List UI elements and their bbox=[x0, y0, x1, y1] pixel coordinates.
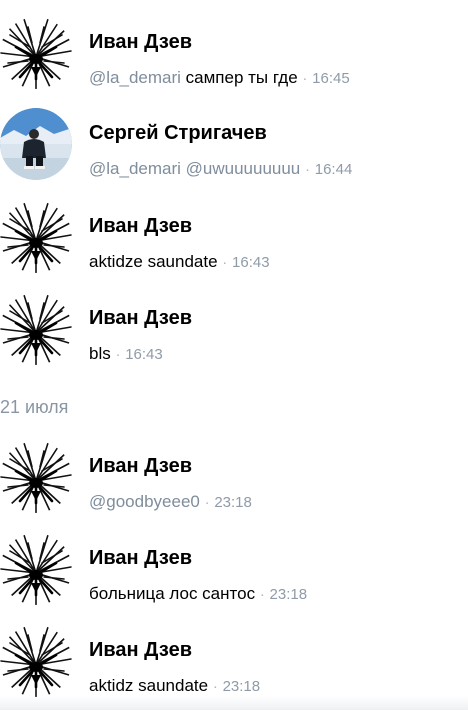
avatar[interactable] bbox=[0, 108, 72, 180]
author-name[interactable]: Иван Дзев bbox=[89, 215, 192, 238]
timestamp: 16:43 bbox=[232, 254, 270, 271]
date-header: 21 июля bbox=[0, 397, 69, 417]
separator: · bbox=[302, 70, 308, 87]
message-text: aktidz saundate bbox=[89, 676, 209, 695]
message-line: bls · 16:43 bbox=[89, 344, 163, 364]
message-line: больница лос сантос · 23:18 bbox=[89, 584, 307, 604]
bottom-fade bbox=[0, 696, 468, 710]
avatar[interactable] bbox=[0, 625, 72, 697]
avatar[interactable] bbox=[0, 201, 72, 273]
list-item[interactable]: Иван Дзев @la_demari сампер ты где · 16:… bbox=[0, 17, 468, 109]
author-name[interactable]: Иван Дзев bbox=[89, 307, 192, 330]
timestamp: 16:43 bbox=[125, 346, 163, 363]
message-line: @goodbyeee0 · 23:18 bbox=[89, 492, 252, 512]
timestamp: 23:18 bbox=[214, 494, 252, 511]
avatar[interactable] bbox=[0, 293, 72, 365]
list-item[interactable]: Иван Дзев @goodbyeee0 · 23:18 bbox=[0, 441, 468, 533]
author-name[interactable]: Иван Дзев bbox=[89, 547, 192, 570]
fur-pattern-avatar-icon bbox=[0, 625, 72, 697]
timestamp: 16:45 bbox=[312, 70, 350, 87]
fur-pattern-avatar-icon bbox=[0, 17, 72, 89]
mention-link[interactable]: @uwuuuuuuuu bbox=[186, 159, 301, 178]
author-name[interactable]: Иван Дзев bbox=[89, 639, 192, 662]
fur-pattern-avatar-icon bbox=[0, 293, 72, 365]
list-item[interactable]: Иван Дзев bls · 16:43 bbox=[0, 293, 468, 385]
message-line: aktidz saundate · 23:18 bbox=[89, 676, 260, 696]
timestamp: 16:44 bbox=[314, 161, 353, 178]
author-name[interactable]: Иван Дзев bbox=[89, 455, 192, 478]
timestamp: 23:18 bbox=[269, 586, 308, 603]
author-name[interactable]: Иван Дзев bbox=[89, 31, 192, 54]
fur-pattern-avatar-icon bbox=[0, 441, 72, 513]
separator: · bbox=[204, 494, 210, 511]
mention-link[interactable]: @la_demari bbox=[89, 159, 181, 178]
notifications-feed: Иван Дзев @la_demari сампер ты где · 16:… bbox=[0, 0, 468, 710]
author-name[interactable]: Сергей Стригачев bbox=[89, 122, 267, 145]
photo-avatar-icon bbox=[0, 108, 72, 180]
separator: · bbox=[259, 586, 265, 603]
message-line: aktidze saundate · 16:43 bbox=[89, 252, 270, 272]
message-text: aktidze saundate bbox=[89, 252, 218, 271]
timestamp: 23:18 bbox=[222, 678, 261, 695]
list-item[interactable]: Иван Дзев aktidze saundate · 16:43 bbox=[0, 201, 468, 293]
message-text: больница лос сантос bbox=[89, 584, 256, 603]
separator: · bbox=[212, 678, 218, 695]
mention-link[interactable]: @la_demari bbox=[89, 68, 181, 87]
message-text: сампер ты где bbox=[185, 68, 298, 87]
message-line: @la_demari сампер ты где · 16:45 bbox=[89, 68, 350, 88]
list-item[interactable]: Иван Дзев больница лос сантос · 23:18 bbox=[0, 533, 468, 625]
separator: · bbox=[115, 346, 121, 363]
message-line: @la_demari @uwuuuuuuuu · 16:44 bbox=[89, 159, 352, 179]
mention-link[interactable]: @goodbyeee0 bbox=[89, 492, 200, 511]
avatar[interactable] bbox=[0, 17, 72, 89]
fur-pattern-avatar-icon bbox=[0, 533, 72, 605]
list-item[interactable]: Сергей Стригачев @la_demari @uwuuuuuuuu … bbox=[0, 108, 468, 200]
message-text: bls bbox=[89, 344, 111, 363]
fur-pattern-avatar-icon bbox=[0, 201, 72, 273]
separator: · bbox=[305, 161, 311, 178]
separator: · bbox=[222, 254, 228, 271]
avatar[interactable] bbox=[0, 441, 72, 513]
avatar[interactable] bbox=[0, 533, 72, 605]
